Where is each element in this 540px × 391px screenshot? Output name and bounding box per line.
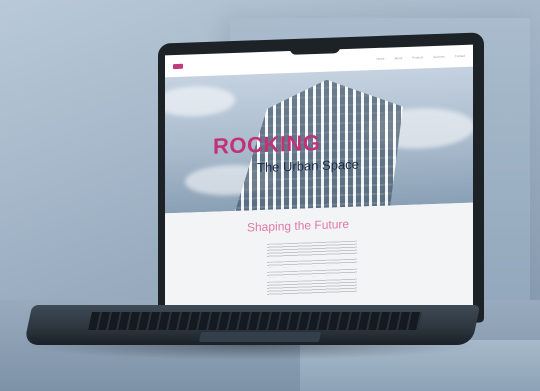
section-title: Shaping the Future (247, 216, 350, 235)
site-logo[interactable] (173, 63, 185, 69)
paragraph (267, 278, 357, 296)
paragraph (267, 268, 357, 278)
paragraph (267, 240, 357, 258)
nav-item-projects[interactable]: Projects (412, 55, 423, 59)
hero-title: ROCKING (213, 129, 321, 159)
nav-item-services[interactable]: Services (433, 55, 445, 59)
cloud (165, 84, 235, 118)
hero-banner: ROCKING The Urban Space (165, 66, 473, 214)
laptop-screen: Home About Projects Services Contact ROC… (165, 44, 473, 324)
nav-item-contact[interactable]: Contact (455, 54, 465, 58)
keyboard (88, 312, 422, 330)
logo-mark-icon (173, 63, 183, 69)
trackpad (198, 332, 322, 342)
paragraph (267, 258, 357, 268)
camera-notch (290, 43, 340, 55)
nav-item-home[interactable]: Home (376, 57, 384, 61)
nav-item-about[interactable]: About (394, 56, 402, 60)
